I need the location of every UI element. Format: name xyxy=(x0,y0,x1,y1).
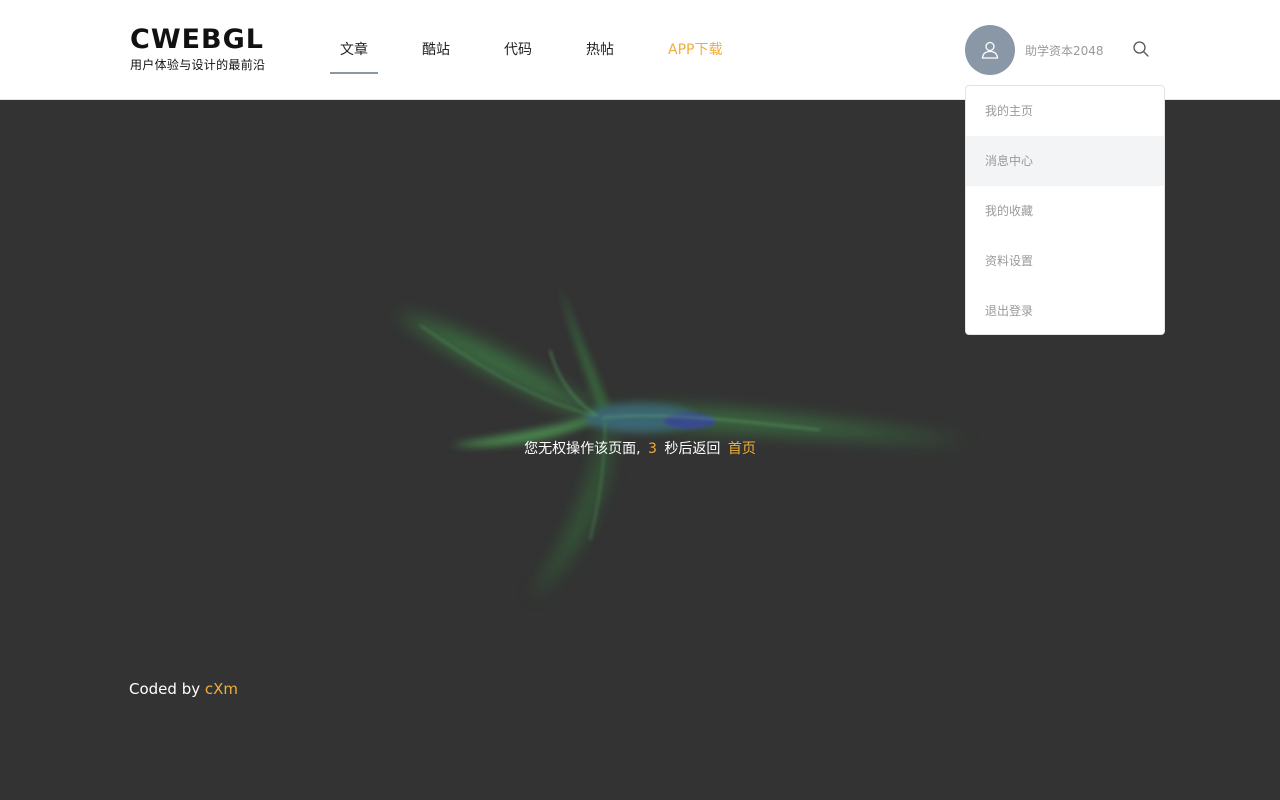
logo-subtitle: 用户体验与设计的最前沿 xyxy=(130,58,266,72)
message-prefix: 您无权操作该页面, xyxy=(524,441,641,457)
menu-item-my-home[interactable]: 我的主页 xyxy=(966,86,1164,136)
author-link[interactable]: cXm xyxy=(205,680,238,698)
message-suffix: 秒后返回 xyxy=(664,441,721,457)
search-button[interactable] xyxy=(1132,40,1152,60)
menu-item-messages[interactable]: 消息中心 xyxy=(966,136,1164,186)
nav-item-cool-sites[interactable]: 酷站 xyxy=(412,0,460,100)
site-logo[interactable]: CWEBGL 用户体验与设计的最前沿 xyxy=(130,24,266,73)
avatar[interactable] xyxy=(965,25,1015,75)
countdown-value: 3 xyxy=(648,441,657,457)
menu-item-favorites[interactable]: 我的收藏 xyxy=(966,186,1164,236)
menu-item-profile-settings[interactable]: 资料设置 xyxy=(966,236,1164,286)
nav-item-articles[interactable]: 文章 xyxy=(330,0,378,100)
coded-by-label: Coded by xyxy=(129,680,201,698)
user-icon xyxy=(981,41,999,59)
search-icon xyxy=(1133,41,1149,57)
main-nav: 文章 酷站 代码 热帖 APP下载 xyxy=(330,0,766,100)
nav-item-app-download[interactable]: APP下载 xyxy=(658,0,732,100)
footer-credit: Coded by cXm xyxy=(129,678,238,700)
user-dropdown-menu: 我的主页 消息中心 我的收藏 资料设置 退出登录 xyxy=(965,85,1165,335)
home-link[interactable]: 首页 xyxy=(728,441,756,457)
username[interactable]: 助学资本2048 xyxy=(1025,42,1104,59)
logo-title: CWEBGL xyxy=(130,24,264,55)
nav-item-hot-posts[interactable]: 热帖 xyxy=(576,0,624,100)
permission-message: 您无权操作该页面, 3 秒后返回 首页 xyxy=(0,438,1280,460)
user-menu[interactable]: 助学资本2048 xyxy=(965,25,1104,75)
menu-item-logout[interactable]: 退出登录 xyxy=(966,286,1164,334)
nav-item-code[interactable]: 代码 xyxy=(494,0,542,100)
